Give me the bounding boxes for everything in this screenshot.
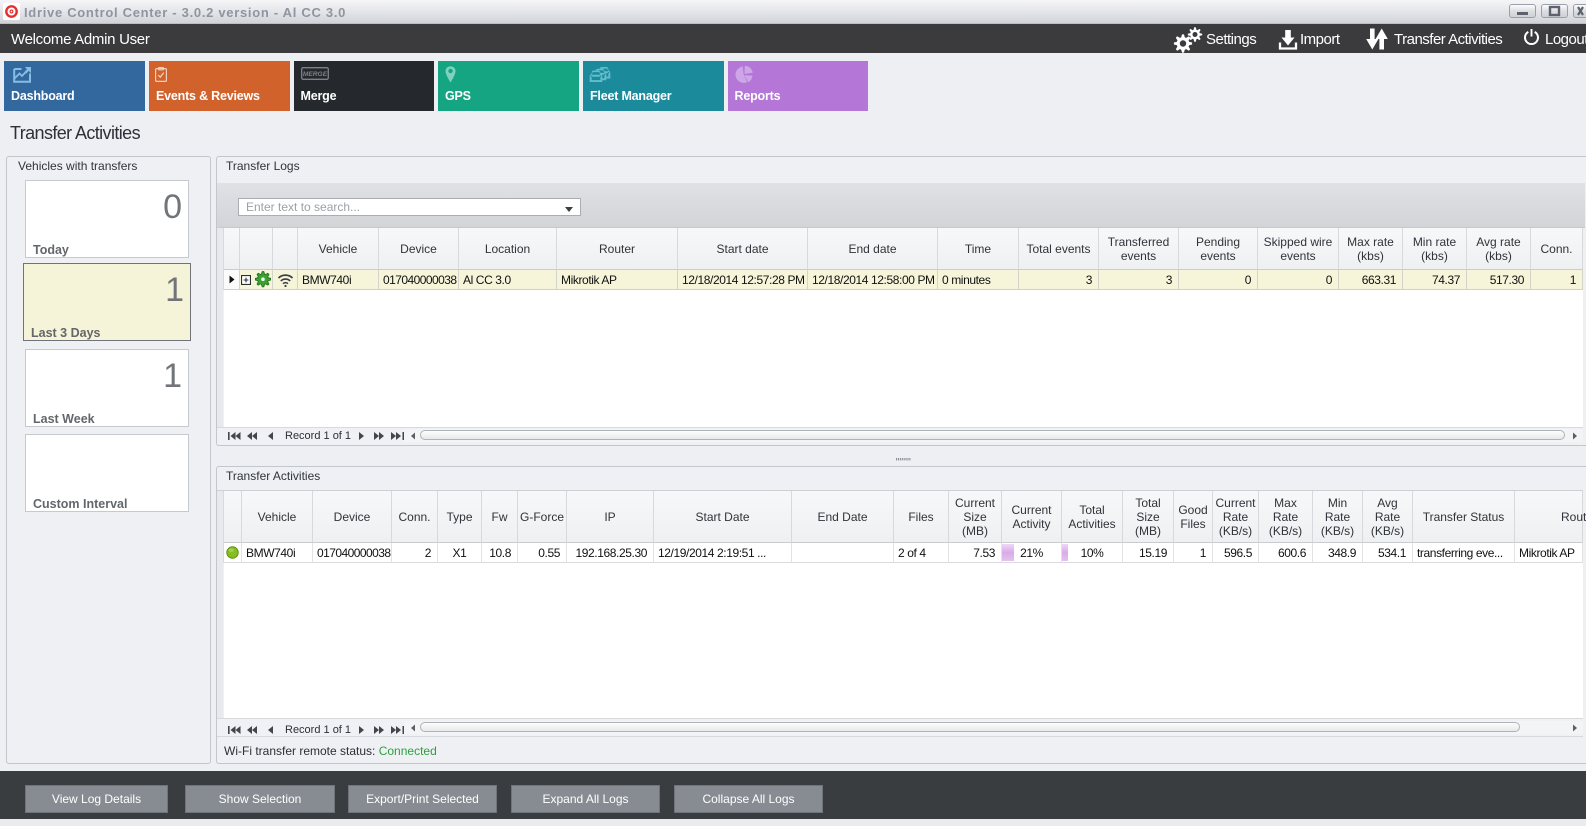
svg-text:MERGE: MERGE bbox=[302, 71, 327, 78]
